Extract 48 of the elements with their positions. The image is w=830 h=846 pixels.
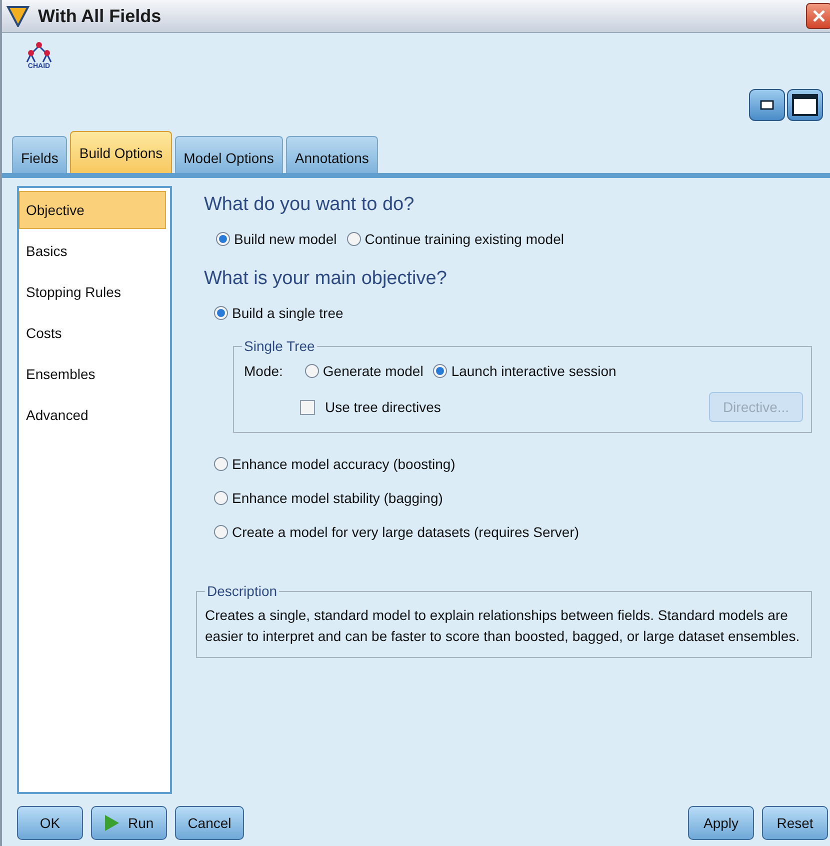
tab[interactable]: Annotations: [286, 136, 378, 173]
footer-button[interactable]: Reset: [762, 806, 828, 840]
play-icon: [104, 814, 120, 832]
group-legend: Description: [205, 583, 280, 599]
minimize-icon: [760, 100, 774, 110]
radio-label: Launch interactive session: [451, 363, 616, 379]
footer-button[interactable]: Cancel: [174, 806, 244, 840]
radio-label: Build new model: [234, 231, 337, 247]
window-title: With All Fields: [38, 6, 162, 26]
tree-nodes-icon: [24, 41, 54, 63]
close-icon: [812, 9, 826, 23]
description-text: Creates a single, standard model to explain relationships between fields. Standard models are easier to interpret and can be faster to score than boosted, bagged, or large dataset ensembles.: [205, 606, 801, 646]
radio-button[interactable]: [433, 364, 448, 378]
tab[interactable]: Fields: [12, 136, 68, 173]
radio-button[interactable]: [304, 364, 319, 378]
radio-label: Build a single tree: [232, 305, 344, 321]
radio-label: Generate model: [322, 363, 424, 379]
sidebar-item[interactable]: Stopping Rules: [19, 273, 166, 311]
sidebar-item[interactable]: Objective: [19, 191, 166, 229]
radio-button[interactable]: [214, 457, 228, 471]
maximize-icon: [792, 94, 818, 116]
section-heading: What do you want to do?: [204, 194, 416, 216]
tab[interactable]: Build Options: [70, 131, 172, 173]
radio-button[interactable]: [346, 232, 361, 246]
tab[interactable]: Model Options: [174, 136, 283, 173]
checkbox[interactable]: [300, 400, 315, 414]
section-heading: What is your main objective?: [204, 268, 448, 290]
sidebar-item[interactable]: Costs: [19, 314, 166, 352]
radio-button[interactable]: [214, 525, 228, 539]
minimize-button[interactable]: [749, 89, 785, 121]
run-button[interactable]: Run: [91, 806, 167, 840]
radio-button[interactable]: [214, 306, 228, 320]
sidebar-item[interactable]: Advanced: [19, 396, 166, 434]
footer-button[interactable]: Apply: [688, 806, 754, 840]
close-button[interactable]: [806, 3, 830, 29]
footer-button[interactable]: OK: [17, 806, 83, 840]
sidebar-item[interactable]: Ensembles: [19, 355, 166, 393]
group-legend: Single Tree: [242, 338, 317, 354]
mode-label: Mode:: [244, 363, 283, 379]
radio-label: Create a model for very large datasets (requires Server): [232, 524, 580, 540]
maximize-button[interactable]: [787, 89, 823, 121]
checkbox-label: Use tree directives: [325, 399, 441, 415]
radio-button[interactable]: [216, 232, 230, 246]
radio-label: Enhance model stability (bagging): [232, 490, 443, 506]
radio-label: Continue training existing model: [364, 231, 564, 247]
radio-button[interactable]: [214, 491, 228, 505]
radio-label: Enhance model accuracy (boosting): [232, 456, 456, 472]
sidebar-item[interactable]: Basics: [19, 232, 166, 270]
